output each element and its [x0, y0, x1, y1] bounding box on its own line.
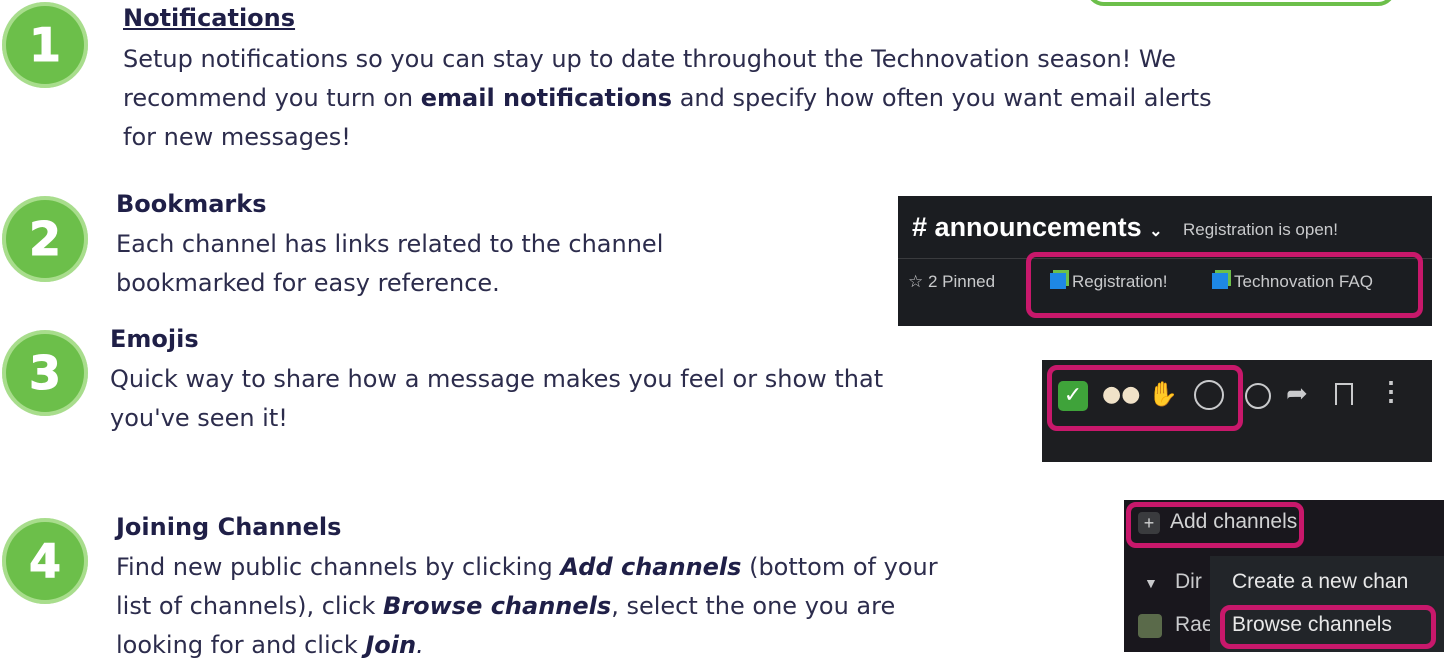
create-channel-item[interactable]: Create a new chan: [1232, 570, 1408, 594]
direct-messages-label[interactable]: Dir: [1175, 570, 1202, 594]
step-2-badge: 2: [2, 196, 88, 282]
avatar: [1138, 614, 1162, 638]
emoji-highlight: [1047, 365, 1243, 431]
joining-channels-heading: Joining Channels: [116, 513, 342, 541]
thread-icon[interactable]: [1245, 383, 1271, 409]
notifications-heading: Notifications: [123, 4, 296, 32]
step-4-badge: 4: [2, 518, 88, 604]
channel-name[interactable]: # announcements ⌄: [912, 212, 1163, 243]
emojis-heading: Emojis: [110, 325, 199, 353]
bookmarks-highlight: [1026, 252, 1423, 318]
top-green-button[interactable]: [1086, 0, 1396, 6]
hash-icon: #: [912, 212, 928, 242]
bookmarks-heading: Bookmarks: [116, 190, 267, 218]
bookmarks-text: Each channel has links related to the ch…: [116, 230, 664, 297]
bookmark-icon[interactable]: [1335, 383, 1353, 405]
dm-rae[interactable]: Rae: [1175, 613, 1214, 637]
emojis-text: Quick way to share how a message makes y…: [110, 365, 884, 432]
share-icon[interactable]: ➦: [1286, 378, 1308, 409]
browse-channels-highlight: [1220, 605, 1436, 649]
more-actions-icon[interactable]: ⋮: [1378, 376, 1404, 407]
pinned-button[interactable]: ☆ 2 Pinned: [908, 272, 995, 292]
chevron-down-icon: ⌄: [1149, 223, 1163, 240]
channel-topic: Registration is open!: [1183, 220, 1338, 239]
step-1-badge: 1: [2, 2, 88, 88]
pin-icon: ☆: [908, 272, 924, 291]
step-3-badge: 3: [2, 330, 88, 416]
caret-icon: ▼: [1144, 575, 1158, 591]
notifications-text: Setup notifications so you can stay up t…: [123, 45, 1212, 151]
add-channels-highlight: [1126, 502, 1304, 548]
joining-channels-text: Find new public channels by clicking Add…: [116, 553, 938, 659]
